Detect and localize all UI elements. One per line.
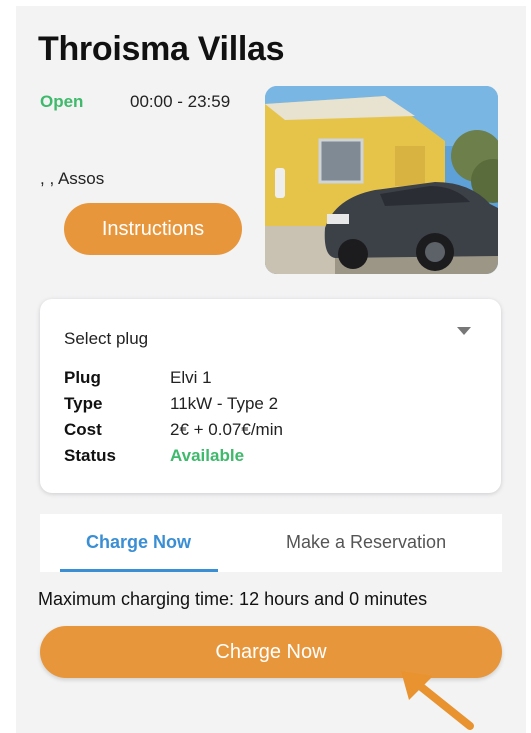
- station-address: , , Assos: [40, 169, 105, 188]
- open-status: Open: [40, 92, 84, 111]
- status-value: Available: [170, 446, 245, 465]
- booking-tabs: Charge Now Make a Reservation: [40, 514, 502, 572]
- select-plug-dropdown[interactable]: Select plug: [64, 329, 148, 349]
- plug-value: Elvi 1: [170, 368, 212, 387]
- arrow-pointer-icon: [395, 668, 485, 733]
- tab-make-reservation[interactable]: Make a Reservation: [286, 532, 446, 553]
- station-photo: [265, 86, 498, 274]
- active-tab-indicator: [60, 569, 218, 572]
- type-row: Type 11kW - Type 2: [64, 394, 278, 414]
- tab-charge-now[interactable]: Charge Now: [86, 532, 191, 553]
- type-value: 11kW - Type 2: [170, 394, 279, 413]
- instructions-button[interactable]: Instructions: [64, 203, 242, 255]
- cost-label: Cost: [64, 420, 102, 439]
- cost-row: Cost 2€ + 0.07€/min: [64, 420, 283, 440]
- chevron-down-icon[interactable]: [457, 327, 471, 335]
- status-label: Status: [64, 446, 116, 465]
- opening-hours: 00:00 - 23:59: [130, 92, 231, 111]
- plug-selector-card: Select plug Plug Elvi 1 Type 11kW - Type…: [40, 299, 501, 493]
- status-row: Status Available: [64, 446, 244, 466]
- station-title: Throisma Villas: [38, 30, 285, 68]
- type-label: Type: [64, 394, 103, 413]
- cost-value: 2€ + 0.07€/min: [170, 420, 283, 439]
- plug-row: Plug Elvi 1: [64, 368, 212, 388]
- max-charging-time: Maximum charging time: 12 hours and 0 mi…: [38, 589, 428, 609]
- plug-label: Plug: [64, 368, 101, 387]
